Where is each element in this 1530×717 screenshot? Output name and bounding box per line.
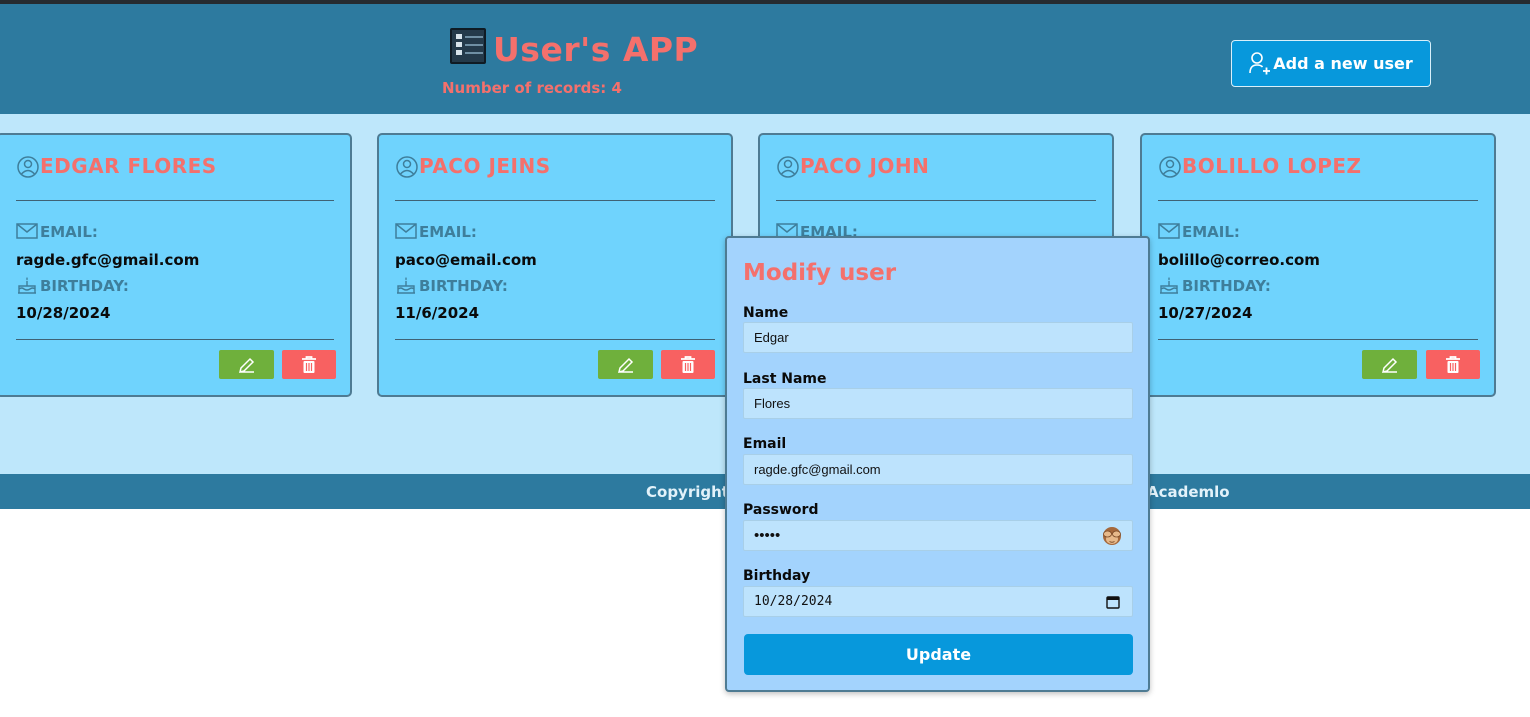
card-title: Paco John bbox=[776, 153, 929, 179]
edit-user-button[interactable] bbox=[1362, 350, 1417, 379]
user-birthday: 10/28/2024 bbox=[16, 304, 111, 322]
divider bbox=[1158, 200, 1478, 201]
password-label: Password bbox=[743, 502, 819, 518]
last-name-input[interactable]: Flores bbox=[743, 388, 1133, 419]
user-card: Edgar Flores Email: ragde.gfc@gmail.com … bbox=[0, 133, 352, 397]
user-circle-icon bbox=[777, 156, 799, 178]
update-button[interactable]: Update bbox=[744, 634, 1133, 675]
divider bbox=[395, 200, 715, 201]
edit-user-button[interactable] bbox=[598, 350, 653, 379]
modify-user-dialog: Modify user Name Edgar Last Name Flores … bbox=[725, 236, 1150, 692]
user-name: Paco John bbox=[800, 154, 930, 178]
divider bbox=[16, 339, 334, 340]
divider bbox=[16, 200, 334, 201]
email-input[interactable]: ragde.gfc@gmail.com bbox=[743, 454, 1133, 485]
birthday-label: Birthday: bbox=[1158, 275, 1271, 295]
user-email: paco@email.com bbox=[395, 251, 537, 269]
password-value: ••••• bbox=[754, 527, 781, 544]
password-input[interactable]: ••••• bbox=[743, 520, 1133, 551]
footer-brand: Academlo bbox=[1147, 483, 1230, 501]
name-input[interactable]: Edgar bbox=[743, 322, 1133, 353]
app-header: User's APP Number of records: 4 Add a ne… bbox=[0, 4, 1530, 114]
card-title: Bolillo Lopez bbox=[1158, 153, 1362, 179]
pencil-icon bbox=[238, 357, 254, 373]
user-birthday: 10/27/2024 bbox=[1158, 304, 1253, 322]
last-name-label: Last Name bbox=[743, 371, 827, 387]
divider bbox=[776, 200, 1096, 201]
envelope-icon bbox=[1158, 223, 1180, 239]
trash-icon bbox=[681, 355, 695, 373]
trash-icon bbox=[1446, 355, 1460, 373]
user-plus-icon bbox=[1249, 51, 1271, 74]
card-title: Edgar Flores bbox=[16, 153, 217, 179]
see-no-evil-monkey-icon[interactable] bbox=[1100, 525, 1124, 547]
name-label: Name bbox=[743, 305, 789, 321]
pencil-icon bbox=[617, 357, 633, 373]
user-name: Edgar Flores bbox=[40, 154, 217, 178]
delete-user-button[interactable] bbox=[661, 350, 715, 379]
app-title: User's APP bbox=[493, 30, 699, 69]
email-label: Email: bbox=[16, 221, 98, 241]
envelope-icon bbox=[395, 223, 417, 239]
add-user-label: Add a new user bbox=[1273, 54, 1413, 73]
cake-icon bbox=[18, 277, 36, 294]
user-name: Paco Jeins bbox=[419, 154, 551, 178]
edit-user-button[interactable] bbox=[219, 350, 274, 379]
email-label: Email: bbox=[395, 221, 477, 241]
user-name: Bolillo Lopez bbox=[1182, 154, 1362, 178]
birthday-input[interactable]: 10/28/2024 bbox=[743, 586, 1133, 617]
user-card: Paco Jeins Email: paco@email.com Birthda… bbox=[377, 133, 733, 397]
pencil-icon bbox=[1381, 357, 1397, 373]
user-circle-icon bbox=[17, 156, 39, 178]
birthday-field-label: Birthday bbox=[743, 568, 811, 584]
email-label: Email: bbox=[1158, 221, 1240, 241]
calendar-icon[interactable] bbox=[1106, 595, 1120, 609]
footer-copyright: Copyright bbox=[646, 483, 729, 501]
add-user-button[interactable]: Add a new user bbox=[1231, 40, 1431, 87]
delete-user-button[interactable] bbox=[282, 350, 336, 379]
cake-icon bbox=[397, 277, 415, 294]
app-logo-icon bbox=[450, 28, 486, 64]
user-circle-icon bbox=[396, 156, 418, 178]
card-title: Paco Jeins bbox=[395, 153, 551, 179]
user-circle-icon bbox=[1159, 156, 1181, 178]
delete-user-button[interactable] bbox=[1426, 350, 1480, 379]
birthday-label: Birthday: bbox=[16, 275, 129, 295]
user-card: Bolillo Lopez Email: bolillo@correo.com … bbox=[1140, 133, 1496, 397]
birthday-value: 10/28/2024 bbox=[754, 594, 833, 609]
divider bbox=[1158, 339, 1478, 340]
user-birthday: 11/6/2024 bbox=[395, 304, 480, 322]
email-field-label: Email bbox=[743, 436, 787, 452]
envelope-icon bbox=[16, 223, 38, 239]
records-count: Number of records: 4 bbox=[442, 79, 622, 97]
user-email: ragde.gfc@gmail.com bbox=[16, 251, 200, 269]
birthday-label: Birthday: bbox=[395, 275, 508, 295]
divider bbox=[395, 339, 715, 340]
cake-icon bbox=[1160, 277, 1178, 294]
user-email: bolillo@correo.com bbox=[1158, 251, 1320, 269]
dialog-title: Modify user bbox=[743, 260, 897, 286]
trash-icon bbox=[302, 355, 316, 373]
